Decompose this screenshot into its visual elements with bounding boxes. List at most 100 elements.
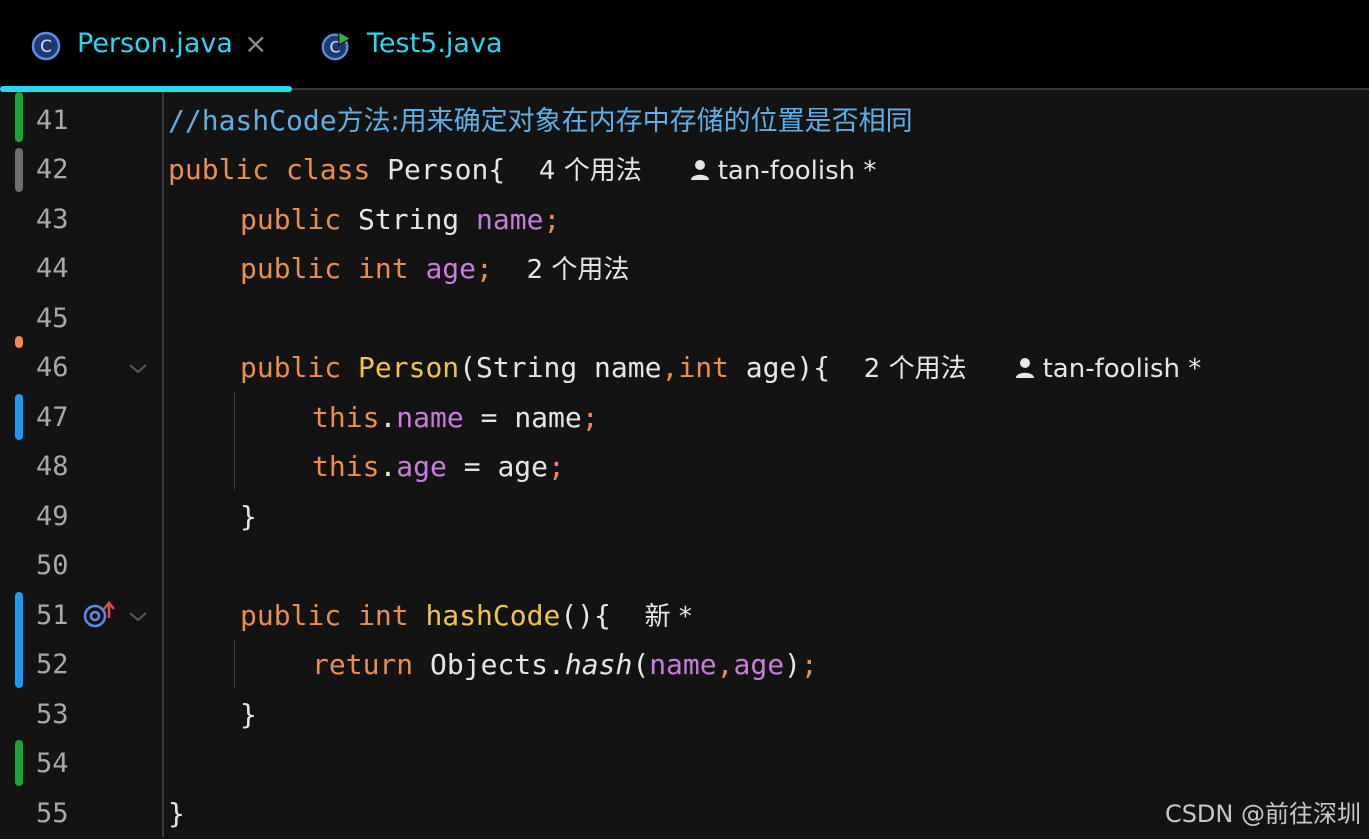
svg-text:C: C bbox=[40, 37, 52, 57]
semicolon: ; bbox=[548, 450, 565, 483]
keyword: public bbox=[168, 153, 270, 186]
line-number: 52 bbox=[36, 649, 69, 680]
keyword: public bbox=[240, 599, 342, 632]
code-line-44: public int age; 2 个用法 bbox=[240, 244, 629, 294]
override-method-icon[interactable] bbox=[82, 600, 118, 630]
line-number: 46 bbox=[36, 352, 69, 383]
close-icon[interactable]: × bbox=[244, 28, 267, 60]
code-line-42: public class Person{ 4 个用法 tan-foolish * bbox=[168, 145, 876, 195]
paren: ){ bbox=[796, 351, 831, 384]
added-line-marker bbox=[15, 92, 23, 142]
modified-line-marker bbox=[15, 592, 23, 688]
line-number: 44 bbox=[36, 253, 69, 284]
code-line-51: public int hashCode(){ 新 * bbox=[240, 591, 692, 641]
line-number: 51 bbox=[36, 600, 69, 631]
java-runnable-class-icon: C bbox=[321, 31, 352, 61]
class-name: Person{ bbox=[387, 153, 506, 186]
comma: , bbox=[716, 648, 734, 681]
new-code-hint[interactable]: 新 * bbox=[645, 602, 692, 632]
tab-person-java[interactable]: C Person.java × bbox=[0, 0, 292, 92]
keyword: int bbox=[678, 351, 729, 384]
code-line-46: public Person(String name,int age){ 2 个用… bbox=[240, 343, 1201, 393]
keyword: public bbox=[240, 203, 342, 236]
code-line-49: } bbox=[240, 492, 257, 542]
operator: = bbox=[463, 401, 515, 434]
line-number: 45 bbox=[36, 303, 69, 334]
author-hint[interactable]: tan-foolish * bbox=[718, 156, 877, 186]
keyword: this bbox=[312, 401, 380, 434]
code-line-43: public String name; bbox=[240, 195, 560, 245]
line-number: 41 bbox=[36, 105, 69, 136]
comment: //hashCode bbox=[168, 104, 337, 137]
tab-label: Test5.java bbox=[367, 28, 503, 59]
usages-hint[interactable]: 4 个用法 bbox=[539, 156, 642, 186]
line-number: 42 bbox=[36, 154, 69, 185]
line-number: 55 bbox=[36, 798, 69, 829]
comma: , bbox=[661, 351, 679, 384]
java-class-icon: C bbox=[31, 31, 61, 61]
gutter-divider bbox=[162, 92, 164, 837]
field-name: age bbox=[733, 648, 785, 681]
watermark: CSDN @前往深圳 bbox=[1164, 800, 1361, 828]
keyword: public bbox=[240, 252, 342, 285]
parameter: name bbox=[594, 351, 662, 384]
comment: 方法:用来确定对象在内存中存储的位置是否相同 bbox=[336, 106, 913, 137]
semicolon: ; bbox=[581, 401, 599, 434]
brace: } bbox=[168, 797, 185, 830]
static-method-name: hash bbox=[564, 648, 633, 681]
tab-test5-java[interactable]: C Test5.java bbox=[300, 0, 520, 90]
dot: . bbox=[379, 401, 397, 434]
warning-dot bbox=[15, 336, 23, 348]
dot: . bbox=[379, 450, 397, 483]
constructor-name: Person bbox=[358, 351, 460, 384]
operator: = bbox=[446, 450, 498, 483]
paren: (){ bbox=[560, 599, 611, 632]
editor-gutter: 41 42 43 44 45 46 47 48 49 50 51 52 53 5… bbox=[0, 92, 162, 837]
fold-chevron-down-icon[interactable] bbox=[128, 362, 148, 376]
person-icon bbox=[690, 160, 709, 180]
line-number: 49 bbox=[36, 501, 69, 532]
field-name: age bbox=[425, 252, 477, 285]
code-line-55: } bbox=[168, 789, 185, 839]
line-number: 43 bbox=[36, 204, 69, 235]
person-icon bbox=[1015, 358, 1034, 378]
code-line-48: this.age = age; bbox=[312, 442, 565, 492]
added-line-marker bbox=[15, 740, 23, 786]
dot: . bbox=[548, 648, 565, 681]
type-name: String bbox=[476, 351, 578, 384]
modified-line-marker bbox=[15, 394, 23, 440]
keyword: int bbox=[358, 252, 409, 285]
fold-chevron-down-icon[interactable] bbox=[128, 610, 148, 624]
semicolon: ; bbox=[476, 252, 493, 285]
usages-hint[interactable]: 2 个用法 bbox=[864, 354, 967, 384]
type-name: String bbox=[358, 203, 460, 236]
author-hint[interactable]: tan-foolish * bbox=[1043, 354, 1202, 384]
brace: } bbox=[240, 500, 257, 533]
line-number: 48 bbox=[36, 451, 69, 482]
code-line-53: } bbox=[240, 690, 257, 740]
field-name: age bbox=[396, 450, 447, 483]
brace: } bbox=[240, 698, 257, 731]
usages-hint[interactable]: 2 个用法 bbox=[527, 255, 630, 285]
keyword: class bbox=[286, 153, 371, 186]
indent-guide bbox=[234, 640, 235, 688]
field-name: name bbox=[649, 648, 717, 681]
semicolon: ; bbox=[543, 203, 561, 236]
parameter: age bbox=[745, 351, 797, 384]
method-name: hashCode bbox=[425, 599, 561, 632]
code-line-52: return Objects.hash(name,age); bbox=[312, 640, 818, 690]
paren: ) bbox=[784, 648, 801, 681]
line-number: 53 bbox=[36, 699, 69, 730]
code-line-41: //hashCode方法:用来确定对象在内存中存储的位置是否相同 bbox=[168, 96, 913, 146]
paren: ( bbox=[632, 648, 650, 681]
unchanged-line-marker bbox=[15, 148, 23, 192]
paren: ( bbox=[459, 351, 477, 384]
semicolon: ; bbox=[800, 648, 818, 681]
keyword: public bbox=[240, 351, 342, 384]
indent-guide bbox=[234, 392, 235, 490]
line-number: 47 bbox=[36, 402, 69, 433]
class-name: Objects bbox=[430, 648, 549, 681]
tab-label: Person.java bbox=[77, 28, 233, 59]
keyword: return bbox=[312, 648, 414, 681]
field-name: name bbox=[476, 203, 544, 236]
